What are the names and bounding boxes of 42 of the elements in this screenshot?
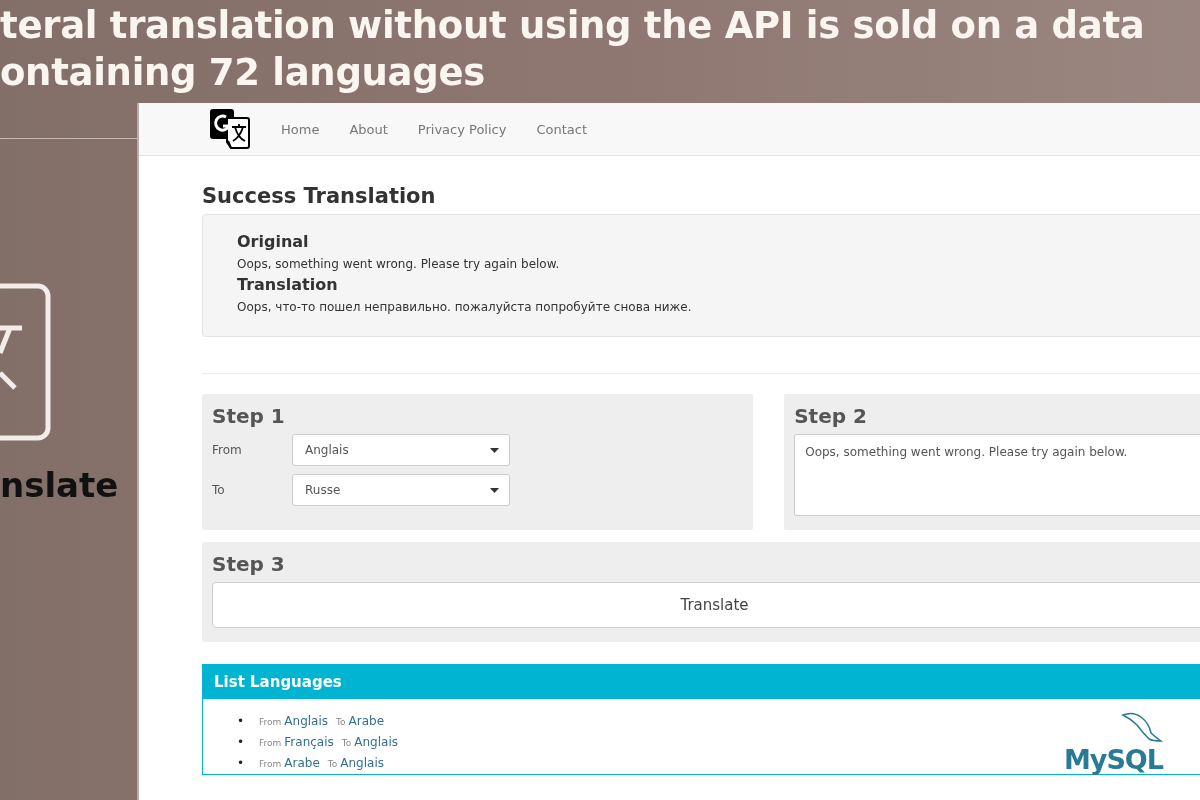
step-title: Step 3 (212, 552, 286, 576)
brand-label: nslate (0, 465, 120, 505)
mysql-logo: MySQL (1063, 747, 1163, 773)
translation-heading: Translation (237, 275, 339, 294)
caret-icon (490, 487, 499, 493)
translate-logo-icon (0, 283, 52, 443)
original-heading: Original (237, 232, 310, 251)
language-link[interactable]: Arabe (284, 753, 320, 773)
translation-text: Oops, что-то пошел неправильно. пожалуйста попробуйте снова ниже. (237, 300, 693, 314)
nav-link[interactable]: About (349, 121, 388, 137)
from-label: From (259, 716, 282, 729)
to-label: To (336, 716, 346, 729)
nav-link[interactable]: Privacy Policy (417, 121, 507, 137)
step-title: Step 2 (794, 404, 868, 428)
language-link[interactable]: Anglais (284, 711, 329, 731)
result-title: Success Translation (202, 184, 437, 208)
nav-link[interactable]: Home (281, 121, 320, 137)
field-label: To (212, 483, 226, 497)
from-label: From (259, 758, 282, 771)
bullet: • (237, 713, 246, 730)
language-select[interactable]: Russe (292, 474, 510, 506)
step-title: Step 1 (212, 404, 286, 428)
original-text: Oops, something went wrong. Please try again below. (237, 257, 561, 271)
bullet: • (237, 755, 246, 772)
to-label: To (327, 758, 338, 771)
headline-text: teral translation without using the API is sold on a data (0, 3, 1146, 49)
language-select[interactable]: Anglais (292, 434, 510, 466)
headline-text: ontaining 72 languages (0, 50, 486, 96)
language-link[interactable]: Anglais (340, 753, 384, 773)
caret-icon (490, 447, 499, 453)
to-label: To (341, 737, 352, 750)
language-link[interactable]: Français (284, 732, 334, 752)
panel-title: List Languages (203, 665, 1200, 699)
translate-logo-icon[interactable] (209, 108, 251, 150)
translate-button[interactable]: Translate (212, 582, 1200, 628)
text-input-field[interactable]: Oops, something went wrong. Please try again below. (794, 434, 1200, 516)
bullet: • (237, 734, 246, 751)
language-link[interactable]: Arabe (348, 711, 384, 731)
nav-link[interactable]: Contact (536, 121, 587, 137)
language-link[interactable]: Anglais (354, 732, 398, 752)
from-label: From (259, 737, 282, 750)
field-label: From (212, 443, 243, 457)
